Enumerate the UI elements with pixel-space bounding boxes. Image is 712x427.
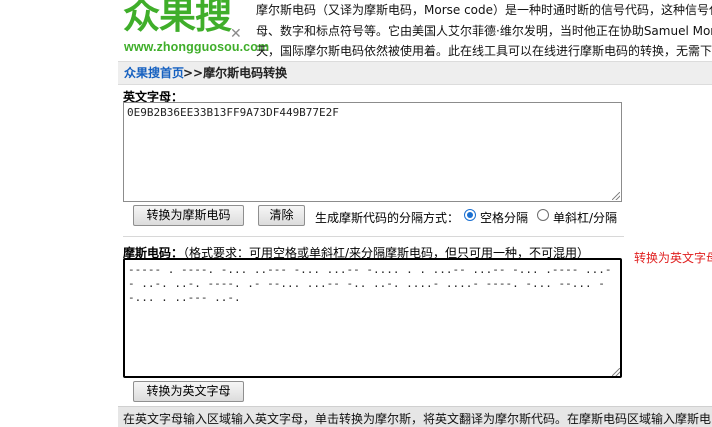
footer-instructions: 在英文字母输入区域输入英文字母，单击转换为摩尔斯，将英文翻译为摩尔斯代码。在摩斯… xyxy=(123,412,712,426)
clear-button[interactable]: 清除 xyxy=(258,205,305,226)
english-input[interactable] xyxy=(123,102,622,202)
morse-input[interactable] xyxy=(123,258,622,378)
intro-text: 摩尔斯电码（又译为摩斯电码，Morse code）是一种时通时断的信号代码，这种… xyxy=(256,0,712,62)
convert-to-morse-button[interactable]: 转换为摩斯电码 xyxy=(133,205,244,226)
morse-resize-handle[interactable] xyxy=(612,368,620,376)
breadcrumb-current: >>摩尔斯电码转换 xyxy=(183,64,287,81)
side-convert-note[interactable]: 转换为英文字母 xyxy=(634,249,712,266)
convert-to-english-button[interactable]: 转换为英文字母 xyxy=(133,381,244,402)
breadcrumb-current-label: 摩尔斯电码转换 xyxy=(203,66,288,80)
section-divider xyxy=(123,236,624,237)
slash-separator-radio[interactable] xyxy=(537,209,549,221)
intro-line: 母、数字和标点符号等。它由美国人艾尔菲德·维尔发明，当时他正在协助Samuel … xyxy=(256,23,712,38)
english-resize-handle[interactable] xyxy=(612,192,620,200)
space-separator-label[interactable]: 空格分隔 xyxy=(480,209,528,226)
site-logo[interactable]: 众果搜 xyxy=(123,0,232,38)
space-separator-radio[interactable] xyxy=(464,209,476,221)
slash-separator-label[interactable]: 单斜杠/分隔 xyxy=(553,209,617,226)
breadcrumb-separator: >> xyxy=(183,66,204,80)
breadcrumb-home-label: 众果搜首页 xyxy=(124,66,185,80)
intro-line: 天，国际摩尔斯电码依然被使用着。此在线工具可以在线进行摩斯电码的转换，无需下 xyxy=(256,44,712,58)
separator-label: 生成摩斯代码的分隔方式： xyxy=(315,211,460,225)
logo-url[interactable]: www.zhongguosou.com xyxy=(124,40,269,54)
intro-line: 摩尔斯电码（又译为摩斯电码，Morse code）是一种时通时断的信号代码，这种… xyxy=(256,3,712,17)
breadcrumb-home-link[interactable]: 众果搜首页 xyxy=(124,64,184,81)
